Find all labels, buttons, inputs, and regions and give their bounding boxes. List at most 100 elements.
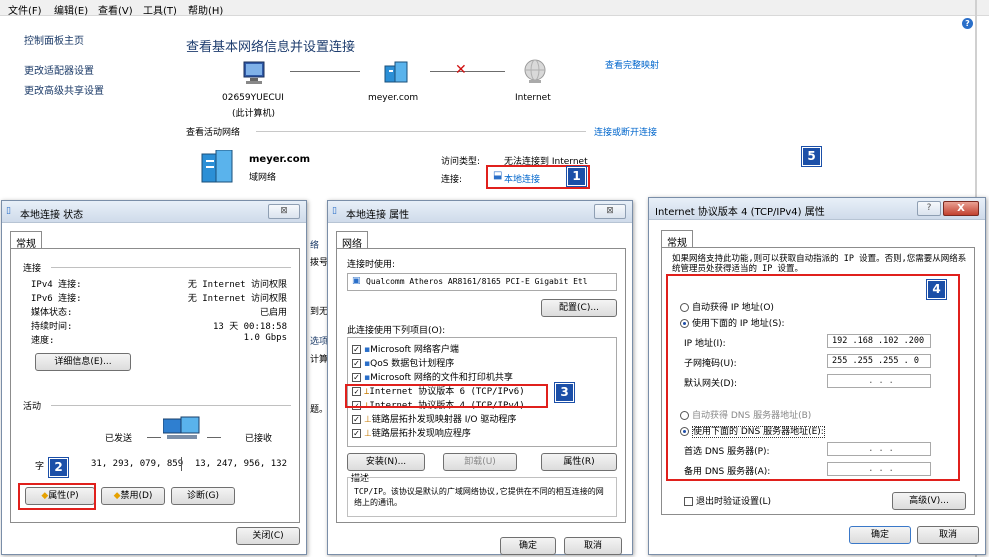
- validate-option[interactable]: 退出时验证设置(L): [684, 494, 771, 507]
- advanced-button[interactable]: 高级(V)...: [892, 492, 966, 510]
- intro-text: 如果网络支持此功能,则可以获取自动指派的 IP 设置。否则,您需要从网络系统管理…: [672, 254, 967, 274]
- row-value: 已启用: [259, 308, 287, 318]
- network-icon: ▯: [332, 206, 337, 216]
- list-item-label: Microsoft 网络的文件和打印机共享: [370, 373, 513, 383]
- row-value: 1.0 Gbps: [243, 333, 287, 343]
- divider: [181, 457, 182, 471]
- properties-dialog-title: 本地连接 属性: [346, 210, 410, 221]
- disable-button-label: 禁用(D): [120, 491, 153, 501]
- sidebar-item-sharing[interactable]: 更改高级共享设置: [24, 82, 104, 97]
- connect-disconnect-link[interactable]: 连接或断开连接: [594, 125, 657, 138]
- diagnose-button[interactable]: 诊断(G): [171, 487, 235, 505]
- partial-text-1: 络: [310, 241, 320, 251]
- row-label: 速度:: [31, 336, 55, 346]
- domain-name: meyer.com: [368, 93, 419, 103]
- highlight-box-2: [18, 483, 96, 510]
- checkbox-icon: [684, 497, 693, 506]
- section-connection: 连接: [23, 264, 42, 274]
- connection-label: 连接:: [441, 175, 463, 185]
- status-dialog-title: 本地连接 状态: [20, 210, 84, 221]
- internet-label: Internet: [515, 93, 551, 103]
- list-item-label: 链路层拓扑发现映射器 I/O 驱动程序: [371, 415, 517, 425]
- status-dialog-titlebar[interactable]: 本地连接 状态 ▯ ⊠: [2, 201, 306, 223]
- ok-button[interactable]: 确定: [849, 526, 911, 544]
- items-label: 此连接使用下列项目(O):: [347, 326, 446, 336]
- details-button[interactable]: 详细信息(E)...: [35, 353, 131, 371]
- highlight-box-3: [345, 384, 548, 408]
- menu-file[interactable]: 文件(F): [8, 2, 42, 17]
- description-text: TCP/IP。该协议是默认的广域网络协议,它提供在不同的相互连接的网络上的通讯。: [354, 487, 604, 507]
- help-icon[interactable]: ?: [962, 18, 973, 29]
- install-button[interactable]: 安装(N)...: [347, 453, 425, 471]
- list-item[interactable]: ✓ ▪Microsoft 网络的文件和打印机共享: [352, 370, 513, 383]
- close-button[interactable]: ⊠: [268, 204, 300, 219]
- row-label: 持续时间:: [31, 322, 73, 332]
- list-item[interactable]: ✓ ⊥链路层拓扑发现响应程序: [352, 426, 471, 439]
- row-value: 无 Internet 访问权限: [187, 294, 287, 304]
- close-button[interactable]: ⊠: [594, 204, 626, 219]
- sidebar-item-home[interactable]: 控制面板主页: [24, 32, 84, 47]
- menu-bar: 文件(F) 编辑(E) 查看(V) 工具(T) 帮助(H): [0, 0, 989, 17]
- tab-general[interactable]: 常规: [10, 231, 42, 250]
- active-networks-label: 查看活动网络: [186, 128, 241, 138]
- row-value: 13 天 00:18:58: [212, 322, 287, 332]
- close-dialog-button[interactable]: 关闭(C): [236, 527, 300, 545]
- computer-icon: [240, 60, 270, 89]
- item-properties-button[interactable]: 属性(R): [541, 453, 617, 471]
- divider: [207, 437, 221, 438]
- link-line-2: [430, 71, 505, 72]
- properties-dialog-titlebar[interactable]: 本地连接 属性 ▯ ⊠: [328, 201, 632, 223]
- badge-5: 5: [801, 146, 822, 167]
- section-activity: 活动: [23, 402, 42, 412]
- menu-view[interactable]: 查看(V): [98, 2, 133, 17]
- disconnected-x-icon: ✕: [455, 62, 467, 78]
- menu-tools[interactable]: 工具(T): [143, 2, 177, 17]
- badge-4: 4: [926, 279, 947, 300]
- link-line-1: [290, 71, 360, 72]
- list-item-label: Microsoft 网络客户端: [370, 345, 459, 355]
- uninstall-button[interactable]: 卸载(U): [443, 453, 517, 471]
- divider: [51, 405, 291, 406]
- menu-edit[interactable]: 编辑(E): [54, 2, 88, 17]
- network-icon: ▯: [6, 206, 11, 216]
- disable-button[interactable]: ◆禁用(D): [101, 487, 165, 505]
- cancel-button[interactable]: 取消: [564, 537, 622, 555]
- full-map-link[interactable]: 查看完整映射: [605, 58, 659, 71]
- received-label: 已接收: [245, 434, 273, 444]
- ipv4-dialog-title: Internet 协议版本 4 (TCP/IPv4) 属性: [655, 207, 825, 218]
- adapter-name: Qualcomm Atheros AR8161/8165 PCI-E Gigab…: [366, 277, 588, 286]
- menu-help[interactable]: 帮助(H): [188, 2, 223, 17]
- highlight-box-4: [666, 274, 960, 481]
- network-type: 域网络: [249, 173, 277, 183]
- sidebar-item-adapter[interactable]: 更改适配器设置: [24, 62, 94, 77]
- row-value: 无 Internet 访问权限: [187, 280, 287, 290]
- close-button[interactable]: X: [943, 201, 979, 216]
- list-item[interactable]: ✓ ▪Microsoft 网络客户端: [352, 342, 459, 355]
- tab-network[interactable]: 网络: [336, 231, 368, 250]
- adapter-field[interactable]: ▣ Qualcomm Atheros AR8161/8165 PCI-E Gig…: [347, 273, 617, 291]
- help-button[interactable]: ?: [917, 201, 941, 216]
- divider: [256, 131, 586, 132]
- cancel-button[interactable]: 取消: [917, 526, 979, 544]
- partial-text-6: 题。: [310, 405, 329, 415]
- list-item-label: 链路层拓扑发现响应程序: [371, 429, 471, 439]
- status-tab-pane: 连接 IPv4 连接: 无 Internet 访问权限 IPv6 连接: 无 I…: [10, 248, 300, 523]
- ipv4-dialog-titlebar[interactable]: Internet 协议版本 4 (TCP/IPv4) 属性 ? X: [649, 198, 985, 220]
- sent-label: 已发送: [105, 434, 133, 444]
- sidebar: 控制面板主页 更改适配器设置 更改高级共享设置: [0, 16, 175, 206]
- access-type-label: 访问类型:: [441, 157, 481, 167]
- list-item[interactable]: ✓ ▪QoS 数据包计划程序: [352, 356, 454, 369]
- ok-button[interactable]: 确定: [500, 537, 556, 555]
- bytes-sent: 31, 293, 079, 859: [91, 459, 184, 469]
- configure-button[interactable]: 配置(C)...: [541, 299, 617, 317]
- partial-text-4: 选项: [310, 337, 329, 347]
- row-label: 媒体状态:: [31, 308, 73, 318]
- adapter-icon: ▣: [352, 276, 361, 286]
- domain-network-icon: [200, 149, 236, 187]
- page-title: 查看基本网络信息并设置连接: [186, 40, 356, 55]
- divider: [147, 437, 161, 438]
- list-item[interactable]: ✓ ⊥链路层拓扑发现映射器 I/O 驱动程序: [352, 412, 516, 425]
- properties-dialog: 本地连接 属性 ▯ ⊠ 网络 连接时使用: ▣ Qualcomm Atheros…: [327, 200, 633, 555]
- tab-general[interactable]: 常规: [661, 230, 693, 249]
- row-label: IPv4 连接:: [31, 280, 82, 290]
